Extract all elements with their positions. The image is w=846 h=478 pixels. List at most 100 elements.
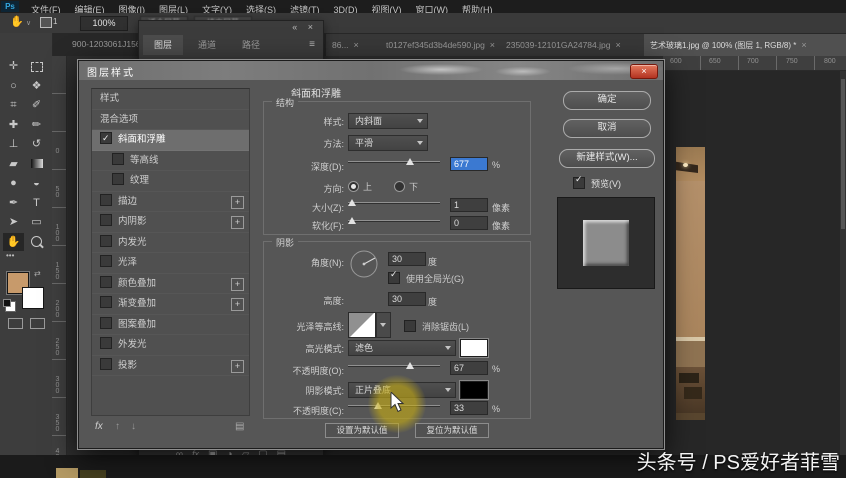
inner-glow-item[interactable]: 内发光 [92, 233, 249, 254]
color-overlay-item[interactable]: 颜色叠加 + [92, 274, 249, 295]
pen-tool[interactable]: ✒ [3, 194, 24, 212]
shape-tool[interactable]: ▭ [26, 213, 47, 231]
crop-tool[interactable]: ⌗ [3, 96, 24, 114]
menu-help[interactable]: 帮助(H) [455, 2, 500, 13]
add-instance-icon[interactable]: + [231, 216, 244, 229]
highlight-opacity-slider[interactable] [348, 361, 440, 371]
chevron-down-icon[interactable]: ∨ [26, 19, 31, 27]
screen-mode-icon[interactable] [30, 318, 45, 329]
quick-select-tool[interactable]: ❖ [26, 77, 47, 95]
radio-selected-icon[interactable] [348, 181, 359, 192]
history-brush-tool[interactable]: ↺ [26, 135, 47, 153]
depth-slider[interactable] [348, 157, 440, 167]
checkbox-checked-icon[interactable] [573, 174, 585, 189]
checkbox-checked-icon[interactable] [388, 269, 400, 284]
dialog-close-button[interactable]: × [630, 64, 658, 79]
size-input[interactable]: 1 [450, 198, 488, 212]
menu-select[interactable]: 选择(S) [239, 2, 283, 13]
menu-3d[interactable]: 3D(D) [327, 4, 365, 13]
tab-layers[interactable]: 图层 [143, 35, 183, 55]
dialog-title-bar[interactable]: 图层样式 × [79, 61, 663, 80]
close-tab-icon[interactable]: × [801, 40, 806, 50]
canvas-scrollbar[interactable] [840, 71, 846, 455]
checkbox-checked-icon[interactable] [100, 129, 112, 149]
dodge-tool[interactable]: ◒ [26, 174, 47, 192]
path-select-tool[interactable]: ➤ [3, 213, 24, 231]
gradient-tool[interactable] [26, 155, 47, 173]
close-tab-icon[interactable]: × [490, 40, 495, 50]
preview-checkbox[interactable]: 预览(V) [573, 174, 621, 190]
more-tools-icon[interactable]: ••• [6, 251, 14, 260]
depth-input[interactable]: 677 [450, 157, 488, 171]
highlight-color-swatch[interactable] [459, 338, 489, 358]
direction-up-radio[interactable]: 上 [348, 180, 372, 193]
add-instance-icon[interactable]: + [231, 359, 244, 373]
direction-down-radio[interactable]: 下 [394, 180, 418, 193]
anti-alias-checkbox[interactable]: 消除锯齿(L) [404, 320, 469, 333]
shadow-opacity-input[interactable]: 33 [450, 401, 488, 415]
menu-edit[interactable]: 编辑(E) [68, 2, 112, 13]
slider-thumb[interactable] [406, 362, 414, 369]
inner-shadow-item[interactable]: 内阴影 + [92, 212, 249, 233]
add-instance-icon[interactable]: + [231, 277, 244, 291]
marquee-tool[interactable] [26, 57, 47, 75]
arrange-documents-icon[interactable] [40, 17, 52, 28]
checkbox-icon[interactable] [404, 320, 416, 332]
blur-tool[interactable]: ● [3, 174, 24, 192]
menu-window[interactable]: 窗口(W) [409, 2, 456, 13]
doc-tab[interactable]: 235039-12101GA24784.jpg × [500, 34, 645, 56]
checkbox-icon[interactable] [100, 357, 112, 370]
menu-file[interactable]: 文件(F) [24, 2, 68, 13]
tab-channels[interactable]: 通道 [187, 35, 227, 55]
checkbox-icon[interactable] [100, 296, 112, 308]
slider-thumb[interactable] [406, 158, 414, 165]
highlight-mode-dropdown[interactable]: 滤色 [348, 340, 456, 356]
checkbox-icon[interactable] [112, 173, 124, 185]
menu-type[interactable]: 文字(Y) [195, 2, 239, 13]
close-tab-icon[interactable]: × [354, 40, 359, 50]
slider-thumb[interactable] [348, 217, 356, 224]
outer-glow-item[interactable]: 外发光 [92, 335, 249, 356]
move-up-icon[interactable]: ↑ [115, 421, 120, 432]
gloss-contour-thumbnail[interactable] [348, 312, 376, 338]
texture-item[interactable]: 纹理 [92, 171, 249, 192]
doc-tab[interactable]: t0127ef345d3b4de590.jpg × [380, 34, 501, 56]
radio-icon[interactable] [394, 181, 405, 192]
menu-view[interactable]: 视图(V) [365, 2, 409, 13]
angle-input[interactable]: 30 [388, 252, 426, 266]
shadow-color-swatch[interactable] [459, 380, 489, 400]
pattern-overlay-item[interactable]: 图案叠加 [92, 315, 249, 336]
checkbox-icon[interactable] [100, 193, 112, 206]
checkbox-icon[interactable] [100, 234, 112, 247]
scrollbar-thumb[interactable] [841, 79, 845, 229]
highlight-opacity-input[interactable]: 67 [450, 361, 488, 375]
panel-menu-icon[interactable]: ≡ [309, 39, 315, 50]
quick-mask-icon[interactable] [8, 318, 23, 329]
use-global-light-checkbox[interactable]: 使用全局光(G) [388, 269, 464, 285]
checkbox-icon[interactable] [100, 275, 112, 288]
swap-colors-icon[interactable]: ⇄ [34, 269, 41, 278]
fx-menu-icon[interactable]: fx [95, 421, 103, 432]
move-down-icon[interactable]: ↓ [131, 421, 136, 432]
close-tab-icon[interactable]: × [615, 40, 620, 50]
styles-header[interactable]: 样式 [92, 89, 249, 110]
slider-thumb[interactable] [348, 199, 356, 206]
menu-image[interactable]: 图像(I) [112, 2, 153, 13]
checkbox-icon[interactable] [100, 255, 112, 267]
type-tool[interactable]: T [26, 194, 47, 212]
collapse-panel-icon[interactable]: « [292, 22, 301, 32]
eraser-tool[interactable]: ▰ [3, 155, 24, 173]
cancel-button[interactable]: 取消 [563, 119, 651, 138]
tab-paths[interactable]: 路径 [231, 35, 271, 55]
checkbox-icon[interactable] [100, 316, 112, 329]
menu-filter[interactable]: 滤镜(T) [283, 2, 327, 13]
eyedropper-tool[interactable]: ✐ [26, 96, 47, 114]
zoom-level-input[interactable]: 100% [80, 16, 128, 31]
checkbox-icon[interactable] [100, 337, 112, 349]
contour-item[interactable]: 等高线 [92, 151, 249, 172]
size-slider[interactable] [348, 198, 440, 208]
ok-button[interactable]: 确定 [563, 91, 651, 110]
move-tool[interactable]: ✛ [3, 57, 24, 75]
bevel-emboss-item[interactable]: 斜面和浮雕 [92, 129, 249, 151]
altitude-input[interactable]: 30 [388, 292, 426, 306]
